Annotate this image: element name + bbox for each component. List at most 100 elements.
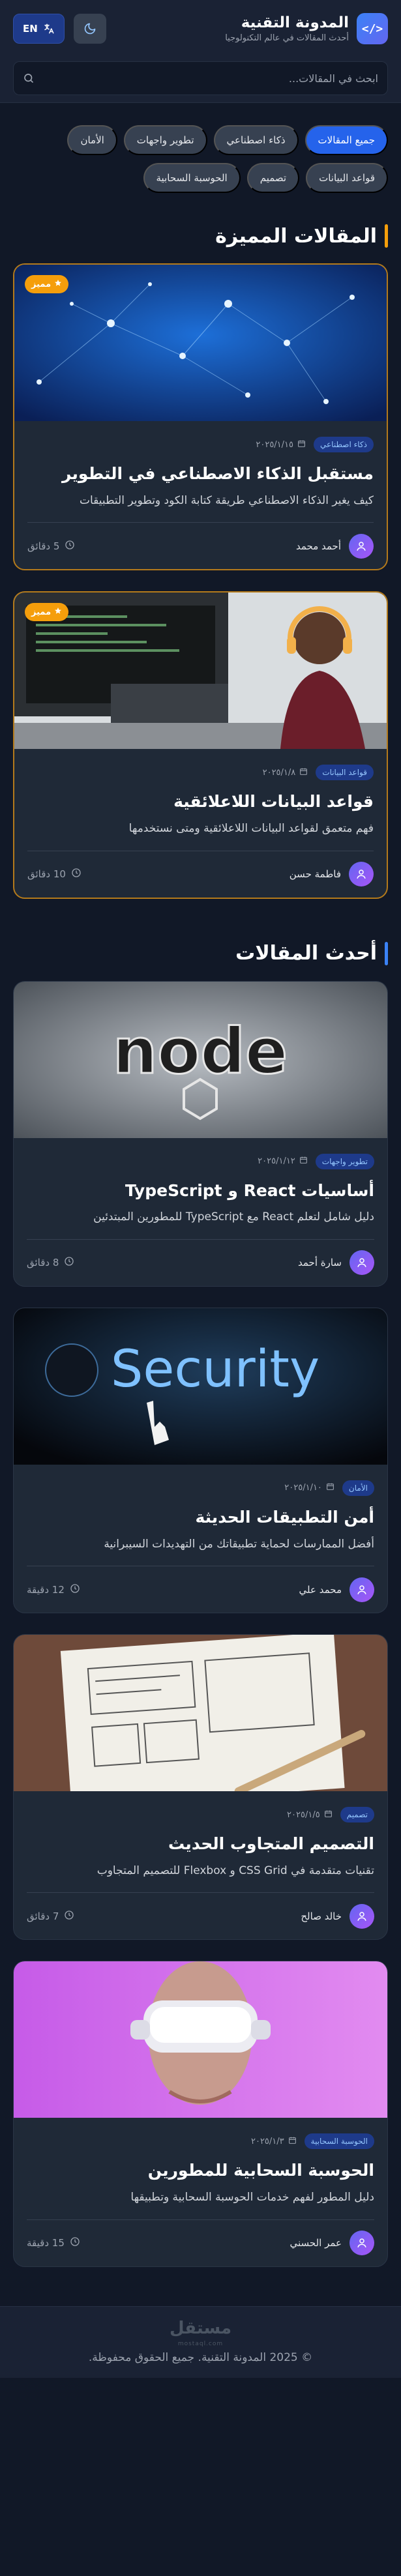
site-footer: مستقل mostaql.com © 2025 المدونة التقنية… <box>0 2305 401 2378</box>
article-title[interactable]: مستقبل الذكاء الاصطناعي في التطوير <box>27 463 374 485</box>
read-time: 12 دقيقة <box>27 1583 80 1596</box>
category-badge[interactable]: تطوير واجهات <box>315 1153 374 1169</box>
node-logo-text: node <box>113 1015 288 1088</box>
article-date-text: ٢٠٢٥/١/١٢ <box>258 1156 295 1166</box>
article-footer: محمد علي 12 دقيقة <box>27 1566 374 1613</box>
moon-icon <box>84 23 96 35</box>
article-meta: قواعد البيانات ٢٠٢٥/١/٨ <box>27 765 374 781</box>
category-badge[interactable]: الحوسبة السحابية <box>304 2133 374 2150</box>
clock-icon <box>70 1583 80 1596</box>
search-input[interactable] <box>41 72 378 85</box>
article-author[interactable]: فاطمة حسن <box>290 862 374 886</box>
article-date-text: ٢٠٢٥/١/٥ <box>287 1809 320 1820</box>
calendar-icon <box>288 2136 297 2147</box>
article-image[interactable]: node <box>14 981 387 1138</box>
article-body: ذكاء اصطناعي ٢٠٢٥/١/١٥ مستقبل الذكاء الاصط… <box>14 421 387 569</box>
latest-articles: node تطوير واجهات ٢٠٢٥/١/١٢ أساسيات React … <box>0 980 401 2267</box>
site-title: المدونة التقنية <box>241 14 349 31</box>
section-heading-text: أحدث المقالات <box>235 942 377 965</box>
article-author[interactable]: سارة أحمد <box>298 1250 374 1276</box>
category-badge[interactable]: ذكاء اصطناعي <box>314 437 374 452</box>
read-time-text: 12 دقيقة <box>27 1583 65 1596</box>
author-name: خالد صالح <box>301 1910 342 1922</box>
category-chip[interactable]: ذكاء اصطناعي <box>213 125 299 155</box>
article-card[interactable]: node تطوير واجهات ٢٠٢٥/١/١٢ أساسيات React … <box>13 980 388 1287</box>
author-name: أحمد محمد <box>295 540 341 552</box>
article-meta: الأمان ٢٠٢٥/١/١٠ <box>27 1480 374 1496</box>
article-body: الحوسبة السحابية ٢٠٢٥/١/٣ الحوسبة السحابية… <box>14 2118 387 2266</box>
calendar-icon <box>297 439 306 450</box>
article-description: دليل المطور لفهم خدمات الحوسبة السحابية … <box>130 2191 374 2204</box>
article-title[interactable]: التصميم المتجاوب الحديث <box>27 1833 374 1855</box>
user-avatar-icon <box>349 1903 374 1929</box>
category-chip[interactable]: الأمان <box>67 125 117 155</box>
article-body: تطوير واجهات ٢٠٢٥/١/١٢ أساسيات React و Typ… <box>14 1138 387 1286</box>
category-badge[interactable]: الأمان <box>342 1480 374 1496</box>
featured-article-card[interactable]: مميز قواعد البيانات ٢٠٢٥/١/٨ قواعد البيانات… <box>13 591 388 899</box>
article-meta: تصميم ٢٠٢٥/١/٥ <box>27 1807 374 1822</box>
user-avatar-icon <box>349 1577 374 1602</box>
theme-toggle-button[interactable] <box>73 14 106 44</box>
article-author[interactable]: أحمد محمد <box>295 533 374 559</box>
article-title[interactable]: أساسيات React و TypeScript <box>27 1180 374 1202</box>
article-author[interactable]: خالد صالح <box>301 1903 374 1929</box>
clock-icon <box>71 868 82 881</box>
brand[interactable]: </> المدونة التقنية أحدث المقالات في عال… <box>225 13 388 44</box>
article-image[interactable]: مميز <box>14 593 387 750</box>
article-date-text: ٢٠٢٥/١/١٠ <box>284 1483 322 1493</box>
category-chip[interactable]: قواعد البيانات <box>306 163 388 193</box>
article-meta: تطوير واجهات ٢٠٢٥/١/١٢ <box>27 1153 374 1169</box>
article-image[interactable] <box>14 1961 387 2118</box>
featured-badge-label: مميز <box>31 279 52 289</box>
article-image[interactable]: مميز <box>14 265 387 421</box>
article-description: فهم متعمق لقواعد البيانات اللاعلائقية وم… <box>128 822 374 835</box>
article-description: دليل شامل لتعلم React مع TypeScript للمط… <box>93 1210 374 1224</box>
user-avatar-icon <box>349 2231 374 2255</box>
read-time: 5 دقائق <box>27 540 75 553</box>
calendar-icon <box>299 1156 308 1167</box>
read-time-text: 10 دقائق <box>27 868 66 880</box>
section-accent-bar <box>385 224 388 248</box>
watermark-sub: mostaql.com <box>177 2341 224 2347</box>
article-footer: أحمد محمد 5 دقائق <box>27 522 374 569</box>
category-chip[interactable]: تصميم <box>246 163 300 193</box>
article-image[interactable] <box>14 1635 387 1791</box>
article-image[interactable]: Security <box>14 1308 387 1465</box>
clock-icon <box>64 1910 74 1923</box>
article-date-text: ٢٠٢٥/١/١٥ <box>256 439 294 450</box>
search-bar <box>13 61 388 95</box>
featured-section-title: المقالات المميزة <box>0 224 401 248</box>
category-chip[interactable]: الحوسبة السحابية <box>143 163 241 193</box>
language-toggle-button[interactable]: EN <box>13 14 65 44</box>
calendar-icon <box>324 1809 333 1821</box>
user-avatar-icon <box>349 1250 374 1276</box>
article-date: ٢٠٢٥/١/٨ <box>263 767 308 778</box>
article-description: أفضل الممارسات لحماية تطبيقاتك من التهدي… <box>104 1537 374 1551</box>
category-badge[interactable]: تصميم <box>340 1807 374 1822</box>
category-chip[interactable]: جميع المقالات <box>304 125 388 155</box>
article-author[interactable]: محمد علي <box>299 1577 374 1602</box>
article-title[interactable]: قواعد البيانات اللاعلائقية <box>27 791 374 813</box>
article-card[interactable]: Security الأمان ٢٠٢٥/١/١٠ أمن التطبيقات ال… <box>13 1307 388 1613</box>
category-chip[interactable]: تطوير واجهات <box>123 125 207 155</box>
article-footer: عمر الحسني 15 دقيقة <box>27 2219 374 2266</box>
author-name: سارة أحمد <box>298 1257 342 1269</box>
read-time: 10 دقائق <box>27 868 82 881</box>
article-description: تقنيات متقدمة في CSS Grid و Flexbox للتص… <box>97 1864 374 1877</box>
latest-section-title: أحدث المقالات <box>0 941 401 965</box>
article-card[interactable]: تصميم ٢٠٢٥/١/٥ التصميم المتجاوب الحديث تقني… <box>13 1634 388 1940</box>
article-title[interactable]: أمن التطبيقات الحديثة <box>27 1506 374 1529</box>
calendar-icon <box>326 1482 334 1493</box>
article-card[interactable]: الحوسبة السحابية ٢٠٢٥/١/٣ الحوسبة السحابية… <box>13 1961 388 2267</box>
star-icon <box>54 279 62 289</box>
user-avatar-icon <box>349 862 374 886</box>
featured-article-card[interactable]: مميز ذكاء اصطناعي ٢٠٢٥/١/١٥ مستقبل الذكاء ا… <box>13 263 388 571</box>
article-date-text: ٢٠٢٥/١/٣ <box>250 2136 284 2146</box>
article-date: ٢٠٢٥/١/١٢ <box>258 1156 308 1167</box>
article-author[interactable]: عمر الحسني <box>290 2231 374 2255</box>
article-title[interactable]: الحوسبة السحابية للمطورين <box>27 2159 374 2182</box>
copyright-text: © 2025 المدونة التقنية. جميع الحقوق محفو… <box>88 2351 313 2364</box>
latest-section: أحدث المقالات node تطوير واجهات ٢٠٢٥/١/١٢… <box>0 941 401 2267</box>
category-badge[interactable]: قواعد البيانات <box>316 765 374 781</box>
section-accent-bar <box>385 941 388 965</box>
